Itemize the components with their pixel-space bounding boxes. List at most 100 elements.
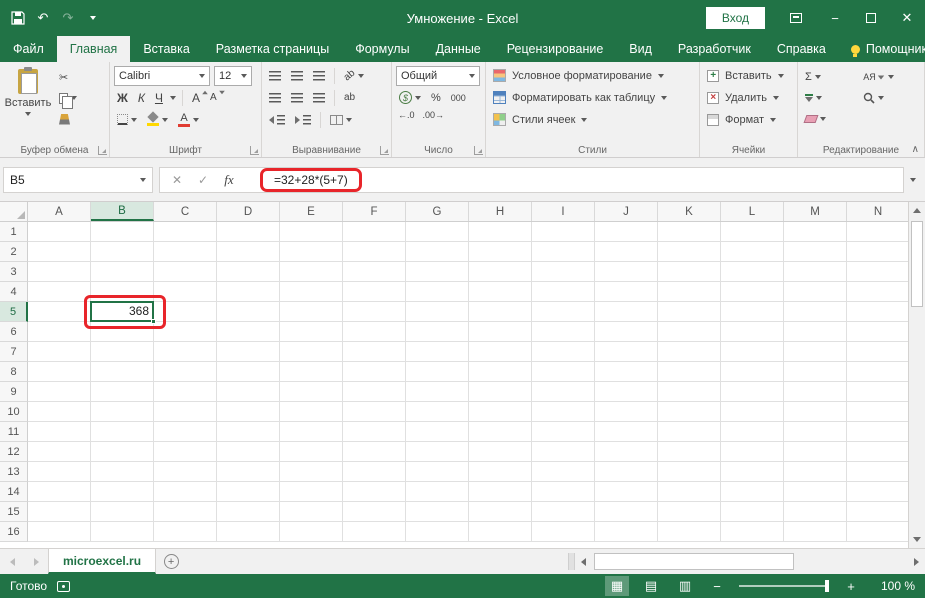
merge-center-button[interactable] — [327, 110, 355, 130]
cell-L6[interactable] — [721, 322, 784, 342]
tab-developer[interactable]: Разработчик — [665, 36, 764, 62]
cell-B15[interactable] — [91, 502, 154, 522]
copy-button[interactable] — [56, 88, 80, 108]
cell-H16[interactable] — [469, 522, 532, 542]
zoom-slider[interactable] — [739, 585, 829, 587]
minimize-button[interactable]: − — [817, 0, 853, 36]
cell-I10[interactable] — [532, 402, 595, 422]
cell-F11[interactable] — [343, 422, 406, 442]
cell-D9[interactable] — [217, 382, 280, 402]
confirm-entry-button[interactable]: ✓ — [190, 168, 216, 192]
cell-J7[interactable] — [595, 342, 658, 362]
cell-N13[interactable] — [847, 462, 908, 482]
cell-N12[interactable] — [847, 442, 908, 462]
font-name-combo[interactable]: Calibri — [114, 66, 210, 86]
bold-button[interactable]: Ж — [114, 88, 131, 108]
fill-handle[interactable] — [151, 319, 156, 324]
tab-home[interactable]: Главная — [57, 36, 131, 62]
fill-button[interactable] — [802, 88, 852, 108]
cell-D14[interactable] — [217, 482, 280, 502]
row-header-11[interactable]: 11 — [0, 422, 28, 442]
cell-N10[interactable] — [847, 402, 908, 422]
cell-E16[interactable] — [280, 522, 343, 542]
cell-M8[interactable] — [784, 362, 847, 382]
scroll-up-button[interactable] — [909, 202, 925, 219]
cell-L10[interactable] — [721, 402, 784, 422]
cell-C14[interactable] — [154, 482, 217, 502]
cell-I15[interactable] — [532, 502, 595, 522]
cell-D16[interactable] — [217, 522, 280, 542]
cell-K10[interactable] — [658, 402, 721, 422]
cell-J8[interactable] — [595, 362, 658, 382]
align-right-button[interactable] — [310, 88, 328, 108]
column-header-I[interactable]: I — [532, 202, 595, 221]
cell-B2[interactable] — [91, 242, 154, 262]
cell-G15[interactable] — [406, 502, 469, 522]
cell-D8[interactable] — [217, 362, 280, 382]
cell-I8[interactable] — [532, 362, 595, 382]
cell-I4[interactable] — [532, 282, 595, 302]
cell-A15[interactable] — [28, 502, 91, 522]
cell-B13[interactable] — [91, 462, 154, 482]
cell-M9[interactable] — [784, 382, 847, 402]
cell-C11[interactable] — [154, 422, 217, 442]
expand-formula-bar-button[interactable] — [904, 178, 922, 182]
cell-B11[interactable] — [91, 422, 154, 442]
delete-cells-button[interactable]: × Удалить — [704, 87, 793, 108]
cell-H5[interactable] — [469, 302, 532, 322]
cell-B4[interactable] — [91, 282, 154, 302]
cell-A8[interactable] — [28, 362, 91, 382]
row-header-13[interactable]: 13 — [0, 462, 28, 482]
cell-J5[interactable] — [595, 302, 658, 322]
cell-G11[interactable] — [406, 422, 469, 442]
vertical-scroll-track[interactable] — [909, 219, 925, 531]
undo-button[interactable]: ↶ — [31, 5, 55, 31]
redo-button[interactable]: ↷ — [56, 5, 80, 31]
cell-N9[interactable] — [847, 382, 908, 402]
cell-L12[interactable] — [721, 442, 784, 462]
italic-button[interactable]: К — [135, 88, 148, 108]
cell-L14[interactable] — [721, 482, 784, 502]
cell-J12[interactable] — [595, 442, 658, 462]
cell-L15[interactable] — [721, 502, 784, 522]
find-select-button[interactable] — [860, 88, 920, 108]
scroll-left-button[interactable] — [575, 549, 592, 574]
column-header-J[interactable]: J — [595, 202, 658, 221]
cell-H1[interactable] — [469, 222, 532, 242]
cell-D3[interactable] — [217, 262, 280, 282]
increase-decimal-button[interactable]: ←.0 — [396, 110, 417, 130]
qat-customize-button[interactable] — [81, 5, 105, 31]
cell-B7[interactable] — [91, 342, 154, 362]
cell-M16[interactable] — [784, 522, 847, 542]
cell-C15[interactable] — [154, 502, 217, 522]
cell-C16[interactable] — [154, 522, 217, 542]
cell-B16[interactable] — [91, 522, 154, 542]
cell-E1[interactable] — [280, 222, 343, 242]
cell-E8[interactable] — [280, 362, 343, 382]
column-header-D[interactable]: D — [217, 202, 280, 221]
autosum-button[interactable]: Σ — [802, 67, 852, 87]
cell-H11[interactable] — [469, 422, 532, 442]
cell-B12[interactable] — [91, 442, 154, 462]
cell-M2[interactable] — [784, 242, 847, 262]
clear-button[interactable] — [802, 109, 852, 129]
select-all-button[interactable] — [0, 202, 28, 221]
cell-D13[interactable] — [217, 462, 280, 482]
cell-A4[interactable] — [28, 282, 91, 302]
scroll-right-button[interactable] — [908, 549, 925, 574]
cell-D7[interactable] — [217, 342, 280, 362]
cell-I3[interactable] — [532, 262, 595, 282]
cell-M11[interactable] — [784, 422, 847, 442]
cell-D12[interactable] — [217, 442, 280, 462]
cell-C1[interactable] — [154, 222, 217, 242]
cell-D4[interactable] — [217, 282, 280, 302]
conditional-formatting-button[interactable]: Условное форматирование — [490, 65, 695, 86]
cell-E13[interactable] — [280, 462, 343, 482]
cell-C3[interactable] — [154, 262, 217, 282]
cell-A9[interactable] — [28, 382, 91, 402]
row-header-5[interactable]: 5 — [0, 302, 28, 322]
cell-G8[interactable] — [406, 362, 469, 382]
zoom-level[interactable]: 100 % — [871, 579, 915, 593]
row-header-12[interactable]: 12 — [0, 442, 28, 462]
cell-M4[interactable] — [784, 282, 847, 302]
